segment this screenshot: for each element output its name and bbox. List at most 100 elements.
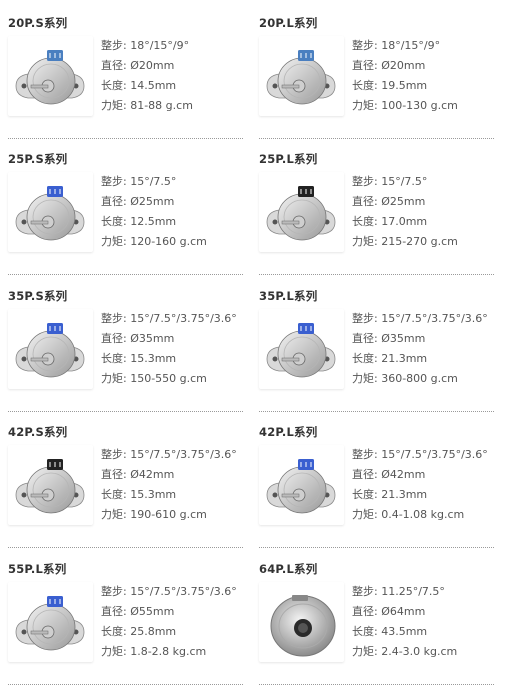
product-title[interactable]: 25P.L系列 xyxy=(259,151,317,167)
spec-length: 长度: 14.5mm xyxy=(101,76,193,96)
spec-step-label: 整步 xyxy=(352,312,374,325)
product-title[interactable]: 20P.S系列 xyxy=(8,15,67,31)
dotted-divider xyxy=(259,547,494,548)
spec-torque-value: 215-270 g.cm xyxy=(381,235,458,248)
product-title[interactable]: 20P.L系列 xyxy=(259,15,317,31)
product-title[interactable]: 42P.L系列 xyxy=(259,424,317,440)
spec-step-value: 15°/7.5°/3.75°/3.6° xyxy=(130,312,237,325)
spec-length: 长度: 21.3mm xyxy=(352,349,488,369)
motor-image[interactable] xyxy=(8,445,93,525)
spec-diameter-label: 直径 xyxy=(352,59,374,72)
spec-torque: 力矩: 0.4-1.08 kg.cm xyxy=(352,505,488,525)
product-card[interactable]: 35P.S系列 整步: 15°/7.5°/3.75°/3.6° 直径: Ø35mm 长… xyxy=(8,288,248,418)
spec-length: 长度: 43.5mm xyxy=(352,622,457,642)
spec-diameter: 直径: Ø42mm xyxy=(101,465,237,485)
product-card[interactable]: 42P.S系列 整步: 15°/7.5°/3.75°/3.6° 直径: Ø42mm 长… xyxy=(8,424,248,554)
product-title[interactable]: 25P.S系列 xyxy=(8,151,67,167)
spec-list: 整步: 11.25°/7.5° 直径: Ø64mm 长度: 43.5mm 力矩: 2.… xyxy=(352,582,457,662)
spec-step: 整步: 11.25°/7.5° xyxy=(352,582,457,602)
spec-torque-label: 力矩 xyxy=(352,645,374,658)
product-card[interactable]: 20P.S系列 整步: 18°/15°/9° 直径: Ø20mm 长度: 14.5mm… xyxy=(8,15,248,145)
spec-diameter-label: 直径 xyxy=(101,468,123,481)
product-card[interactable]: 25P.L系列 整步: 15°/7.5° 直径: Ø25mm 长度: 17.0mm 力矩… xyxy=(259,151,499,281)
product-title[interactable]: 55P.L系列 xyxy=(8,561,66,577)
spec-diameter-label: 直径 xyxy=(101,332,123,345)
spec-length: 长度: 25.8mm xyxy=(101,622,237,642)
spec-step-label: 整步 xyxy=(352,175,374,188)
motor-image[interactable] xyxy=(8,36,93,116)
spec-torque: 力矩: 215-270 g.cm xyxy=(352,232,458,252)
spec-list: 整步: 15°/7.5°/3.75°/3.6° 直径: Ø35mm 长度: 21.3… xyxy=(352,309,488,389)
spec-step: 整步: 15°/7.5° xyxy=(352,172,458,192)
spec-torque: 力矩: 150-550 g.cm xyxy=(101,369,237,389)
spec-step-label: 整步 xyxy=(101,175,123,188)
motor-image[interactable] xyxy=(259,36,344,116)
spec-torque: 力矩: 2.4-3.0 kg.cm xyxy=(352,642,457,662)
spec-length-label: 长度 xyxy=(101,79,123,92)
spec-torque-label: 力矩 xyxy=(352,508,374,521)
spec-step-label: 整步 xyxy=(101,585,123,598)
dotted-divider xyxy=(8,274,243,275)
spec-step: 整步: 15°/7.5°/3.75°/3.6° xyxy=(101,445,237,465)
spec-torque-label: 力矩 xyxy=(352,235,374,248)
spec-step-value: 15°/7.5°/3.75°/3.6° xyxy=(381,312,488,325)
spec-torque: 力矩: 100-130 g.cm xyxy=(352,96,458,116)
spec-length-label: 长度 xyxy=(352,352,374,365)
product-title[interactable]: 42P.S系列 xyxy=(8,424,67,440)
product-card[interactable]: 20P.L系列 整步: 18°/15°/9° 直径: Ø20mm 长度: 19.5mm… xyxy=(259,15,499,145)
spec-diameter-value: Ø42mm xyxy=(130,468,175,481)
spec-torque-label: 力矩 xyxy=(101,645,123,658)
spec-diameter-label: 直径 xyxy=(101,195,123,208)
spec-diameter-label: 直径 xyxy=(352,605,374,618)
spec-torque-value: 2.4-3.0 kg.cm xyxy=(381,645,458,658)
spec-torque: 力矩: 1.8-2.8 kg.cm xyxy=(101,642,237,662)
motor-image[interactable] xyxy=(259,309,344,389)
spec-length-label: 长度 xyxy=(352,215,374,228)
spec-diameter: 直径: Ø20mm xyxy=(352,56,458,76)
spec-torque: 力矩: 190-610 g.cm xyxy=(101,505,237,525)
spec-torque-label: 力矩 xyxy=(101,235,123,248)
motor-image[interactable] xyxy=(8,172,93,252)
product-title[interactable]: 35P.L系列 xyxy=(259,288,317,304)
dotted-divider xyxy=(259,411,494,412)
spec-torque: 力矩: 81-88 g.cm xyxy=(101,96,193,116)
product-card[interactable]: 35P.L系列整步: 15°/7.5°/3.75°/3.6° 直径: Ø35mm 长… xyxy=(259,288,499,418)
spec-length-value: 25.8mm xyxy=(130,625,177,638)
motor-image[interactable] xyxy=(8,582,93,662)
spec-length-value: 15.3mm xyxy=(130,488,177,501)
spec-length-value: 19.5mm xyxy=(381,79,428,92)
spec-step-value: 18°/15°/9° xyxy=(381,39,441,52)
motor-image[interactable] xyxy=(259,445,344,525)
product-title[interactable]: 64P.L系列 xyxy=(259,561,317,577)
spec-torque-value: 190-610 g.cm xyxy=(130,508,207,521)
spec-length-label: 长度 xyxy=(352,625,374,638)
spec-step-label: 整步 xyxy=(101,39,123,52)
spec-diameter: 直径: Ø25mm xyxy=(101,192,207,212)
spec-list: 整步: 18°/15°/9° 直径: Ø20mm 长度: 19.5mm 力矩: 100… xyxy=(352,36,458,116)
spec-list: 整步: 15°/7.5° 直径: Ø25mm 长度: 17.0mm 力矩: 215-2… xyxy=(352,172,458,252)
spec-diameter-value: Ø25mm xyxy=(130,195,175,208)
product-card[interactable]: 55P.L系列 整步: 15°/7.5°/3.75°/3.6° 直径: Ø55mm 长… xyxy=(8,561,248,691)
spec-step: 整步: 15°/7.5°/3.75°/3.6° xyxy=(101,309,237,329)
spec-step-value: 15°/7.5° xyxy=(130,175,177,188)
spec-length: 长度: 12.5mm xyxy=(101,212,207,232)
motor-image[interactable] xyxy=(259,172,344,252)
dotted-divider xyxy=(8,547,243,548)
spec-step: 整步: 18°/15°/9° xyxy=(101,36,193,56)
spec-torque: 力矩: 360-800 g.cm xyxy=(352,369,488,389)
motor-image[interactable] xyxy=(8,309,93,389)
spec-length-value: 14.5mm xyxy=(130,79,177,92)
dotted-divider xyxy=(8,411,243,412)
spec-length-label: 长度 xyxy=(101,488,123,501)
product-title[interactable]: 35P.S系列 xyxy=(8,288,67,304)
spec-length-label: 长度 xyxy=(101,352,123,365)
product-card[interactable]: 64P.L系列 整步: 11.25°/7.5° 直径: Ø64mm 长度: 43.5m… xyxy=(259,561,499,691)
spec-torque-label: 力矩 xyxy=(352,372,374,385)
motor-image[interactable] xyxy=(259,582,344,662)
spec-length: 长度: 15.3mm xyxy=(101,485,237,505)
product-card[interactable]: 42P.L系列 整步: 15°/7.5°/3.75°/3.6° 直径: Ø42mm 长… xyxy=(259,424,499,554)
dotted-divider xyxy=(259,274,494,275)
product-card[interactable]: 25P.S系列 整步: 15°/7.5° 直径: Ø25mm 长度: 12.5mm 力矩… xyxy=(8,151,248,281)
spec-length: 长度: 17.0mm xyxy=(352,212,458,232)
spec-step-label: 整步 xyxy=(101,448,123,461)
